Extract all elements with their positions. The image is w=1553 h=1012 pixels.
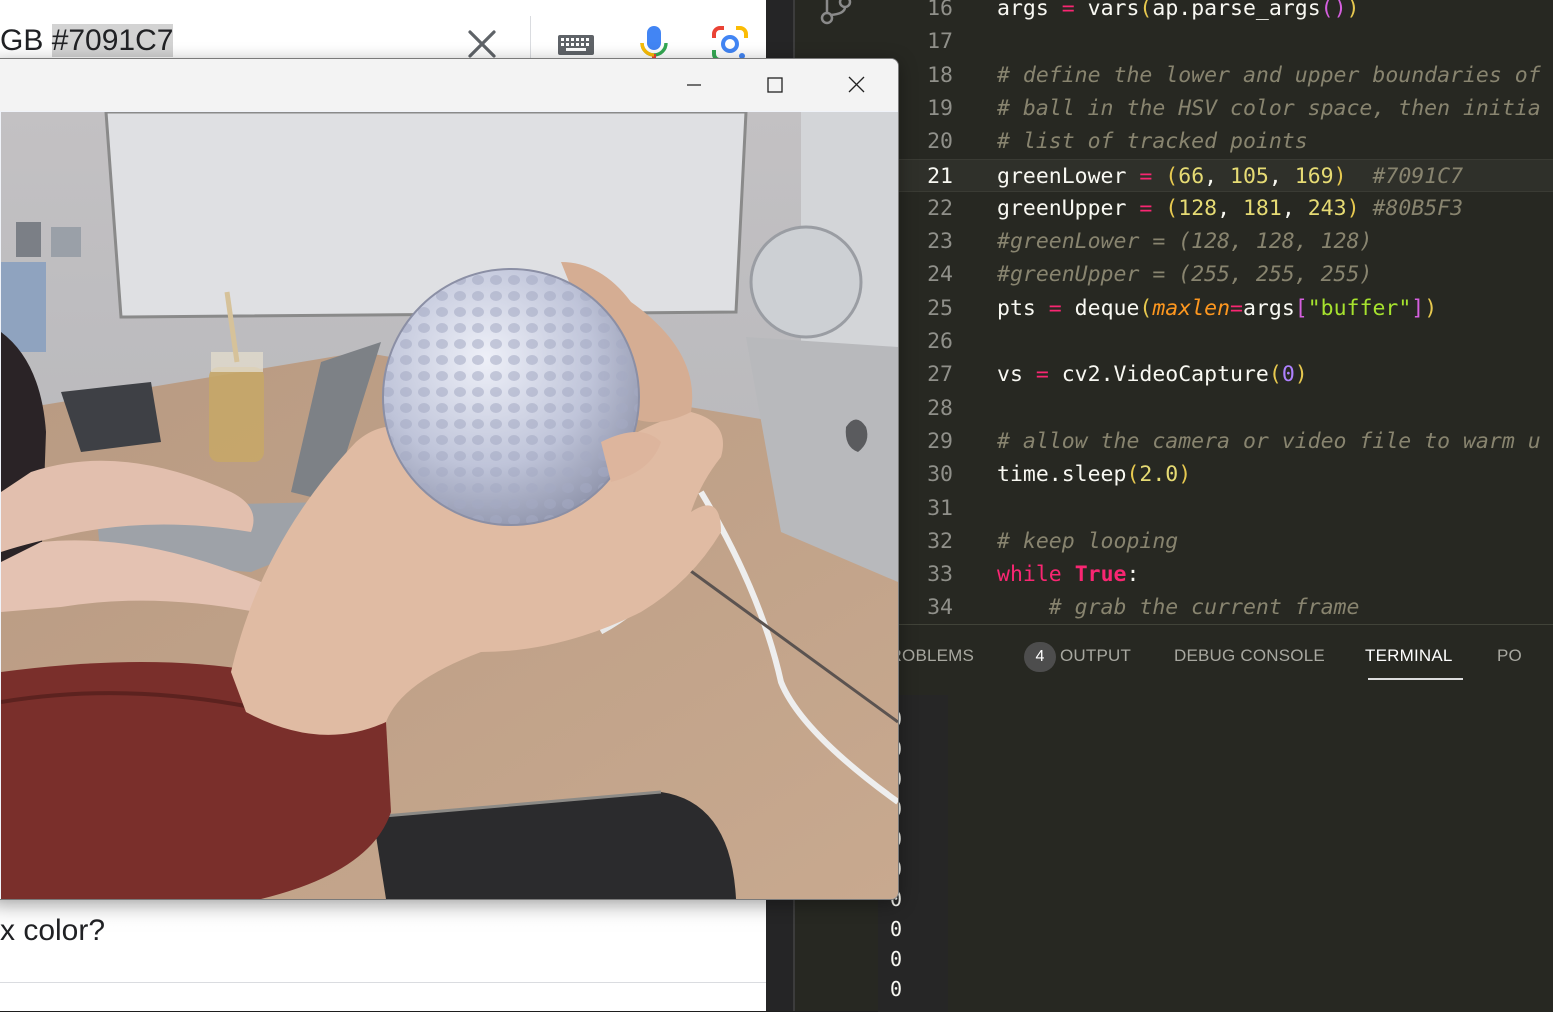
code-text: args = vars(ap.parse_args()) — [997, 0, 1360, 21]
code-text: while True: — [997, 562, 1140, 588]
code-text: vs = cv2.VideoCapture(0) — [997, 362, 1308, 388]
code-line[interactable]: 31 — [878, 492, 1553, 525]
tab-terminal[interactable]: TERMINAL — [1365, 646, 1453, 666]
code-line[interactable]: 28 — [878, 392, 1553, 425]
panel-tabs: 4 PROBLEMS OUTPUT DEBUG CONSOLE TERMINAL PO — [878, 625, 1553, 687]
title-bar[interactable] — [0, 59, 898, 111]
line-number: 17 — [927, 29, 953, 55]
code-text: # allow the camera or video file to warm… — [997, 428, 1541, 454]
active-tab-indicator — [1368, 678, 1463, 680]
source-control-icon[interactable] — [815, 0, 855, 30]
code-text: #greenLower = (128, 128, 128) — [997, 229, 1373, 255]
code-line[interactable]: 17 — [878, 25, 1553, 58]
code-line[interactable]: 34 # grab the current frame — [878, 591, 1553, 624]
code-text: #greenUpper = (255, 255, 255) — [997, 262, 1373, 288]
search-divider — [530, 16, 531, 60]
search-query-highlight: #7091C7 — [51, 24, 174, 57]
line-number: 16 — [927, 0, 953, 21]
code-line[interactable]: 24 #greenUpper = (255, 255, 255) — [878, 258, 1553, 291]
tab-po[interactable]: PO — [1497, 646, 1522, 666]
search-query-prefix: GB — [0, 24, 52, 57]
close-icon[interactable] — [833, 67, 879, 103]
code-text: # keep looping — [997, 528, 1179, 554]
code-line[interactable]: 33 while True: — [878, 558, 1553, 591]
terminal-line: 0 — [890, 947, 903, 971]
code-line[interactable]: 29 # allow the camera or video file to wa… — [878, 425, 1553, 458]
divider — [0, 982, 766, 983]
camera-frame-image — [1, 112, 898, 899]
code-line[interactable]: 18 # define the lower and upper boundarie… — [878, 59, 1553, 92]
search-suggestion[interactable]: x color? — [0, 914, 105, 948]
frame-window — [0, 58, 899, 900]
keyboard-icon[interactable] — [557, 33, 595, 57]
terminal-line: 0 — [890, 977, 903, 1001]
search-query[interactable]: GB #7091C7 — [0, 24, 174, 58]
code-line[interactable]: 32 # keep looping — [878, 525, 1553, 558]
code-editor[interactable]: 16 args = vars(ap.parse_args()) 17 18 # defi… — [878, 0, 1553, 624]
problems-count-badge: 4 — [1024, 642, 1056, 672]
code-line[interactable]: 22 greenUpper = (128, 181, 243) #80B5F3 — [878, 192, 1553, 225]
code-line[interactable]: 20 # list of tracked points — [878, 125, 1553, 158]
code-line[interactable]: 23 #greenLower = (128, 128, 128) — [878, 225, 1553, 258]
code-text: # grab the current frame — [997, 595, 1360, 621]
results-area — [0, 898, 766, 988]
code-line[interactable]: 27 vs = cv2.VideoCapture(0) — [878, 358, 1553, 391]
code-text: time.sleep(2.0) — [997, 462, 1192, 488]
bottom-panel: 4 PROBLEMS OUTPUT DEBUG CONSOLE TERMINAL PO … — [878, 624, 1553, 1012]
code-line[interactable]: 30 time.sleep(2.0) — [878, 458, 1553, 491]
code-line[interactable]: 16 args = vars(ap.parse_args()) — [878, 0, 1553, 25]
tab-output[interactable]: OUTPUT — [1060, 646, 1131, 666]
maximize-icon[interactable] — [752, 67, 798, 103]
code-line[interactable]: 26 — [878, 325, 1553, 358]
tab-debug-console[interactable]: DEBUG CONSOLE — [1174, 646, 1325, 666]
code-text: greenUpper = (128, 181, 243) #80B5F3 — [997, 195, 1464, 221]
code-text: pts = deque(maxlen=args["buffer"]) — [997, 295, 1438, 321]
code-text: # ball in the HSV color space, then init… — [997, 95, 1541, 121]
code-line[interactable]: 19 # ball in the HSV color space, then in… — [878, 92, 1553, 125]
code-line[interactable]: 25 pts = deque(maxlen=args["buffer"]) — [878, 292, 1553, 325]
code-text: greenLower = (66, 105, 169) #7091C7 — [997, 163, 1464, 189]
code-line[interactable]: 21 greenLower = (66, 105, 169) #7091C7 — [878, 158, 1553, 192]
terminal-line: 0 — [890, 917, 903, 941]
code-text: # define the lower and upper boundaries … — [997, 62, 1541, 88]
minimize-icon[interactable] — [671, 67, 717, 103]
code-text: # list of tracked points — [997, 129, 1308, 155]
